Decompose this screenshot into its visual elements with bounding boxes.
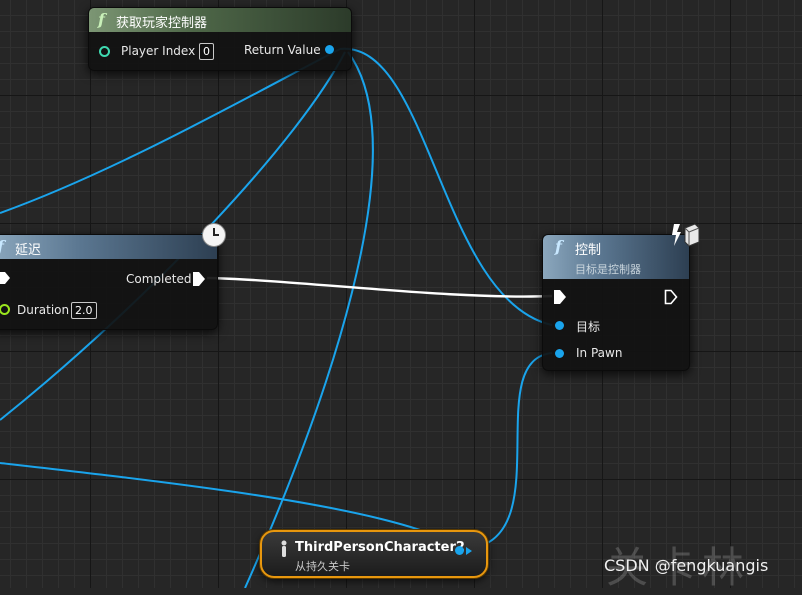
exec-out-pin[interactable] [664,289,678,305]
player-index-input[interactable]: 0 [199,43,214,60]
watermark-text: CSDN @fengkuangis [604,556,769,575]
pin-arrow-icon [466,547,472,555]
duration-label: Duration [17,303,70,317]
actor-icon [281,540,287,557]
actor-level: 从持久关卡 [295,560,350,573]
function-icon: f [98,10,105,29]
actor-reference-node[interactable]: ThirdPersonCharacter2 从持久关卡 [260,530,488,578]
player-index-pin[interactable] [99,46,110,57]
get-player-controller-node[interactable]: f 获取玩家控制器 Player Index 0 Return Value [88,7,352,71]
completed-label: Completed [126,272,192,286]
blueprint-graph-canvas[interactable]: f 获取玩家控制器 Player Index 0 Return Value f … [0,0,802,592]
duration-input[interactable]: 2.0 [71,302,97,319]
latent-clock-icon [202,223,226,247]
in-pawn-label: In Pawn [576,346,623,360]
function-icon: f [0,237,4,256]
target-pin[interactable] [555,321,564,330]
completed-exec-pin[interactable] [192,271,206,287]
server-authority-icon [672,223,700,247]
node-title: 延迟 [15,243,42,258]
player-index-label: Player Index [121,44,196,58]
actor-output-pin[interactable] [455,546,464,555]
wire-controller-to-bottom [244,51,374,588]
wire-left-to-variable [0,462,421,531]
return-value-label: Return Value [244,43,321,57]
wire-controller-to-left-top [0,48,341,214]
target-label: 目标 [576,320,601,334]
wire-variable-to-pawn [466,352,553,550]
return-value-pin[interactable] [325,45,334,54]
in-pawn-pin[interactable] [555,349,564,358]
delay-node[interactable]: f 延迟 Completed Duration 2.0 [0,234,218,330]
node-header: f 延迟 [0,235,217,259]
exec-in-pin[interactable] [0,271,11,285]
node-subtitle: 目标是控制器 [575,263,641,276]
wire-exec-completed-to-possess [206,276,553,298]
node-title: 获取玩家控制器 [116,16,208,31]
node-header: f 控制 目标是控制器 [543,235,689,279]
function-icon: f [555,237,562,256]
node-title: 控制 [575,243,602,258]
possess-node[interactable]: f 控制 目标是控制器 目标 In Pawn [542,234,690,371]
exec-in-pin[interactable] [553,289,567,305]
actor-name: ThirdPersonCharacter2 [295,540,465,555]
node-header: f 获取玩家控制器 [89,8,351,32]
duration-pin[interactable] [0,304,10,315]
